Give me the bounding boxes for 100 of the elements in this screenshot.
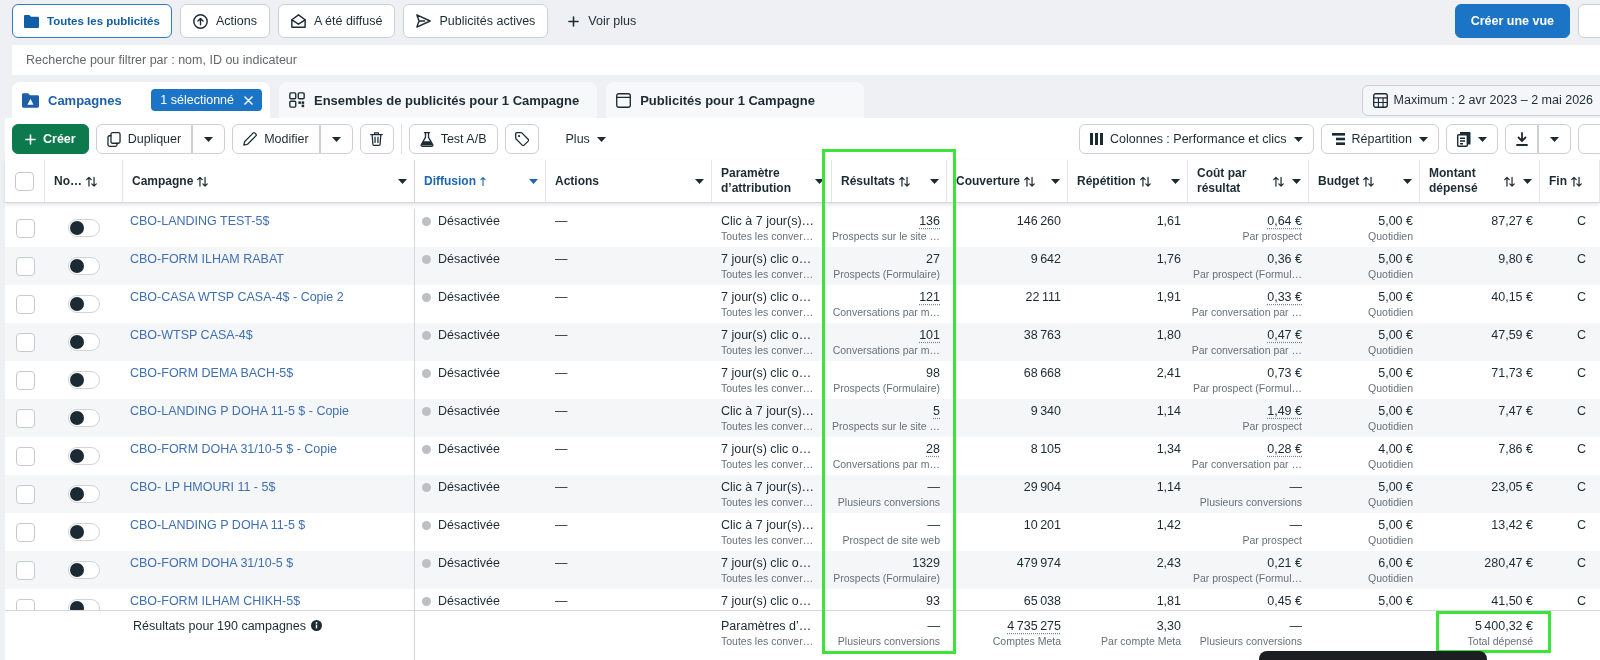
ab-test-button[interactable]: Test A/B: [408, 124, 498, 154]
column-header[interactable]: Paramètre d’attribution: [712, 160, 832, 202]
toggle-switch[interactable]: [68, 409, 100, 427]
toggle-switch[interactable]: [68, 371, 100, 389]
filter-preset-button[interactable]: Publicités actives: [403, 4, 549, 38]
delivery-status: Désactivée: [438, 365, 500, 381]
actions-value: —: [555, 479, 569, 495]
reports-button[interactable]: [1446, 124, 1498, 154]
result-count: 28: [926, 441, 940, 457]
actions-value: —: [555, 251, 569, 267]
campaign-link[interactable]: CBO-FORM ILHAM RABAT: [130, 251, 414, 267]
reach-note: Comptes Meta: [992, 634, 1061, 648]
more-presets-button[interactable]: Voir plus: [560, 4, 645, 38]
selection-chip[interactable]: 1 sélectionné: [151, 89, 262, 111]
row-checkbox[interactable]: [15, 218, 35, 238]
row-checkbox[interactable]: [15, 560, 35, 580]
toggle-switch[interactable]: [68, 295, 100, 313]
budget-period: Quotidien: [1368, 267, 1413, 281]
budget-period: Quotidien: [1368, 343, 1413, 357]
toggle-switch[interactable]: [68, 257, 100, 275]
column-header[interactable]: Actions: [546, 160, 712, 202]
search-field[interactable]: Recherche pour filtrer par : nom, ID ou indicateur: [12, 45, 1600, 75]
cost-per-result: —: [1289, 479, 1302, 495]
grid-icon: [289, 92, 305, 108]
end-value: C: [1577, 251, 1588, 267]
column-header[interactable]: Répétition: [1068, 160, 1188, 202]
row-checkbox[interactable]: [15, 256, 35, 276]
filter-preset-button[interactable]: Toutes les publicités: [12, 4, 172, 38]
toggle-switch[interactable]: [68, 485, 100, 503]
column-header[interactable]: No…: [45, 160, 123, 202]
column-header[interactable]: Montant dépensé: [1420, 160, 1540, 202]
column-header[interactable]: Couverture: [947, 160, 1068, 202]
frequency-value: 1,42: [1156, 517, 1181, 533]
caret-icon: [204, 136, 214, 142]
cost-basis: Par conversation par …: [1191, 343, 1302, 357]
result-count: 93: [926, 593, 940, 609]
toggle-switch[interactable]: [68, 447, 100, 465]
column-header[interactable]: Fin: [1540, 160, 1600, 202]
duplicate-menu-button[interactable]: [192, 124, 226, 154]
tab[interactable]: Ensembles de publicités pour 1 Campagne: [279, 82, 598, 118]
delivery-status: Désactivée: [438, 593, 500, 609]
row-checkbox[interactable]: [15, 522, 35, 542]
row-checkbox[interactable]: [15, 446, 35, 466]
campaign-link[interactable]: CBO-LANDING P DOHA 11-5 $ - Copie: [130, 403, 414, 419]
create-button[interactable]: Créer: [12, 124, 89, 154]
column-header[interactable]: Résultats: [832, 160, 947, 202]
filter-preset-button[interactable]: Actions: [179, 4, 270, 38]
tab[interactable]: Publicités pour 1 Campagne: [606, 82, 865, 118]
row-checkbox[interactable]: [15, 370, 35, 390]
row-checkbox[interactable]: [15, 332, 35, 352]
toggle-switch[interactable]: [68, 333, 100, 351]
column-header[interactable]: Diffusion: [415, 160, 546, 202]
breakdown-button[interactable]: Répartition: [1320, 124, 1439, 154]
actions-value: —: [555, 593, 569, 609]
date-range-button[interactable]: Maximum : 2 avr 2023 – 2 mai 2026: [1361, 84, 1600, 116]
sort-icon: [86, 175, 97, 187]
columns-icon: [1090, 133, 1104, 145]
tag-button[interactable]: [504, 124, 539, 154]
campaign-link[interactable]: CBO- LP HMOURI 11 - 5$: [130, 479, 414, 495]
caret-icon: [529, 178, 538, 184]
select-all-checkbox[interactable]: [15, 171, 34, 191]
export-button[interactable]: [1505, 124, 1538, 154]
campaign-link[interactable]: CBO-CASA WTSP CASA-4$ - Copie 2: [130, 289, 414, 305]
delivery-status: Désactivée: [438, 327, 500, 343]
row-checkbox[interactable]: [15, 408, 35, 428]
create-view-button[interactable]: Créer une vue: [1454, 4, 1570, 38]
toggle-switch[interactable]: [68, 523, 100, 541]
toggle-switch[interactable]: [68, 219, 100, 237]
edit-menu-button[interactable]: [319, 124, 353, 154]
caret-icon: [695, 178, 704, 184]
send-icon: [416, 14, 432, 28]
attribution-setting: Clic à 7 jour(s)…: [721, 517, 816, 533]
campaign-link[interactable]: CBO-FORM ILHAM CHIKH-5$: [130, 593, 414, 609]
toggle-switch[interactable]: [68, 561, 100, 579]
column-header[interactable]: Coût par résultat: [1188, 160, 1309, 202]
column-header[interactable]: Campagne: [123, 160, 415, 202]
row-checkbox[interactable]: [15, 294, 35, 314]
report-icon: [1457, 131, 1471, 147]
tab[interactable]: Campagnes 1 sélectionné: [12, 82, 270, 118]
campaign-link[interactable]: CBO-WTSP CASA-4$: [130, 327, 414, 343]
campaign-link[interactable]: CBO-LANDING P DOHA 11-5 $: [130, 517, 414, 533]
end-value: C: [1577, 593, 1588, 609]
attribution-setting: Clic à 7 jour(s)…: [721, 213, 816, 229]
export-menu-button[interactable]: [1538, 124, 1571, 154]
campaign-link[interactable]: CBO-FORM DEMA BACH-5$: [130, 365, 414, 381]
filter-preset-button[interactable]: A été diffusé: [277, 4, 396, 38]
campaign-link[interactable]: CBO-FORM DOHA 31/10-5 $ - Copie: [130, 441, 414, 457]
cost-basis: Par prospect (Formul…: [1192, 267, 1302, 281]
budget-value: 5,00 €: [1378, 251, 1413, 267]
more-button[interactable]: Plus: [555, 124, 616, 154]
edit-button[interactable]: Modifier: [232, 124, 320, 154]
campaign-link[interactable]: CBO-FORM DOHA 31/10-5 $: [130, 555, 414, 571]
cost-per-result: 0,73 €: [1267, 365, 1302, 381]
campaign-link[interactable]: CBO-LANDING TEST-5$: [130, 213, 414, 229]
columns-button[interactable]: Colonnes : Performance et clics: [1079, 124, 1314, 154]
row-checkbox[interactable]: [15, 484, 35, 504]
duplicate-button[interactable]: Dupliquer: [95, 124, 193, 154]
tag-icon: [514, 132, 529, 146]
column-header[interactable]: Budget: [1309, 160, 1420, 202]
delete-button[interactable]: [359, 124, 394, 154]
